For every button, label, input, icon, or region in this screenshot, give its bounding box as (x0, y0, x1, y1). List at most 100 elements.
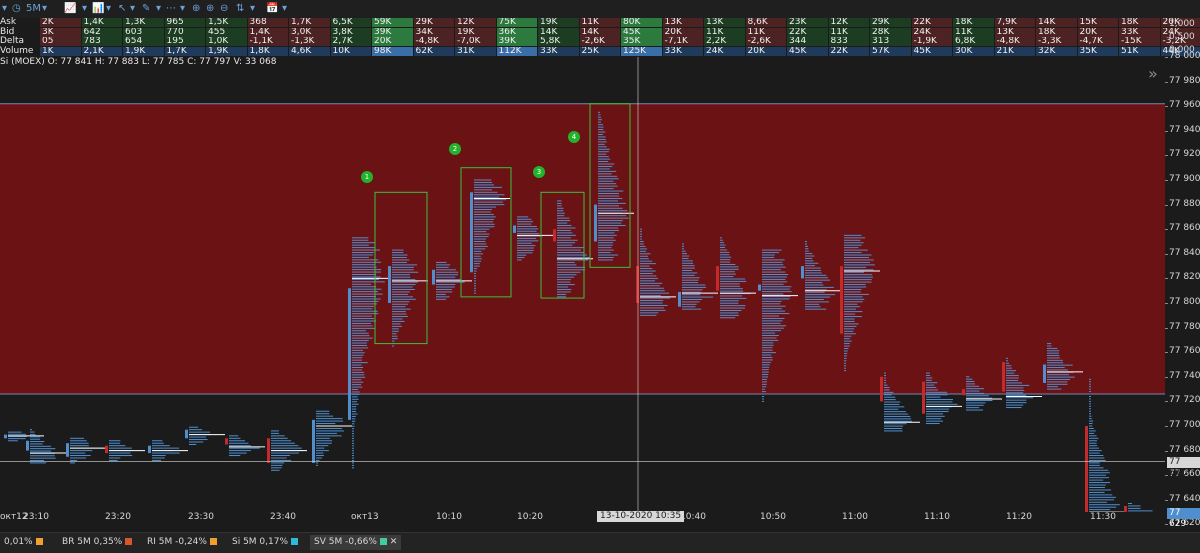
volume-profile-level (557, 213, 565, 214)
volume-profile-level (1128, 505, 1140, 506)
stats-cell: 833 (829, 37, 870, 46)
volume-profile-level (517, 245, 535, 246)
volume-profile-level (805, 241, 807, 242)
volume-profile-level (805, 299, 824, 300)
volume-profile-level (762, 340, 778, 341)
volume-profile-level (1089, 381, 1091, 382)
volume-profile-level (720, 245, 725, 246)
volume-profile-level (640, 275, 656, 276)
volume-profile-level (352, 237, 368, 238)
volume-profile-level (805, 292, 825, 293)
volume-profile-level (720, 315, 739, 316)
volume-profile-level (229, 435, 238, 436)
volume-profile-level (436, 279, 461, 280)
volume-profile-level (844, 316, 862, 317)
stats-cell: 11K (829, 28, 870, 37)
volume-profile-level (474, 280, 476, 281)
price-tick-mark (1165, 426, 1168, 427)
volume-profile-level (352, 431, 354, 432)
volume-profile-level (762, 362, 771, 363)
volume-profile-level (271, 467, 282, 468)
expand-panel-icon[interactable]: » (1148, 64, 1158, 83)
volume-profile-level (844, 274, 872, 275)
stats-cell: 783 (82, 37, 123, 46)
volume-profile-level (1089, 450, 1102, 451)
volume-profile-level (682, 248, 684, 249)
volume-profile-level (844, 284, 866, 285)
close-icon[interactable]: ✕ (390, 537, 398, 547)
volume-profile-level (1006, 358, 1008, 359)
volume-profile-level (392, 301, 410, 302)
volume-profile-level (392, 304, 408, 305)
volume-profile-level (352, 245, 369, 246)
stats-cell: 45K (787, 47, 828, 56)
price-tick-label: 77 980 (1169, 76, 1200, 86)
volume-profile-level (392, 299, 416, 300)
stats-cell: 313 (870, 37, 911, 46)
instrument-ohlc-line: Si (MOEX) O: 77 841 H: 77 883 L: 77 785 … (0, 57, 276, 67)
stats-cell: 3,8K (331, 28, 372, 37)
tab-br-5m[interactable]: BR 5M 0,35% (62, 537, 132, 547)
price-chart[interactable] (0, 0, 1165, 512)
volume-profile-level (316, 455, 324, 456)
tab-instrument-1[interactable]: 0,01% (4, 537, 43, 547)
annotation-marker-3[interactable]: 3 (533, 166, 545, 178)
price-zone (0, 104, 1165, 394)
stats-cell: 18K (953, 18, 994, 27)
stats-cell: 965 (165, 18, 206, 27)
volume-profile-level (352, 362, 368, 363)
volume-profile-level (352, 352, 365, 353)
volume-profile-level (316, 448, 324, 449)
volume-profile-level (8, 440, 18, 441)
volume-profile-level (189, 432, 210, 433)
price-tick-mark (1165, 131, 1168, 132)
price-tick-label: 78 000 (1169, 51, 1200, 61)
candle-body (553, 229, 556, 241)
volume-profile-level (1089, 465, 1100, 466)
volume-profile-level (557, 252, 585, 253)
stats-cell: 33K (1119, 28, 1160, 37)
volume-profile-level (844, 299, 864, 300)
volume-profile-level (1089, 470, 1108, 471)
volume-profile-level (1089, 494, 1112, 495)
candle-body (636, 266, 639, 303)
volume-profile-level (720, 317, 735, 318)
volume-profile-level (352, 262, 381, 263)
volume-profile-level (1006, 382, 1022, 383)
volume-profile-level (720, 298, 746, 299)
volume-profile-level (557, 232, 572, 233)
volume-profile-level (30, 462, 46, 463)
volume-profile-level (8, 438, 26, 439)
volume-profile-level (762, 311, 785, 312)
tab-sv-5m[interactable]: SV 5M -0,66% ✕ (310, 535, 401, 550)
stats-cell: 344 (787, 37, 828, 46)
annotation-marker-4[interactable]: 4 (568, 131, 580, 143)
candle-body (185, 430, 188, 439)
annotation-marker-2[interactable]: 2 (449, 143, 461, 155)
tab-si-5m[interactable]: Si 5M 0,17% (232, 537, 298, 547)
volume-profile-level (720, 278, 745, 279)
volume-profile-level (517, 240, 538, 241)
volume-profile-level (70, 453, 85, 454)
annotation-marker-1[interactable]: 1 (361, 171, 373, 183)
volume-profile-level (598, 188, 614, 189)
volume-profile-level (926, 392, 947, 393)
volume-profile-level (1089, 386, 1091, 387)
volume-profile-level (436, 262, 446, 263)
volume-profile-level (474, 263, 480, 264)
volume-profile-level (844, 257, 869, 258)
volume-profile-level (640, 293, 669, 294)
volume-profile-level (762, 359, 773, 360)
volume-profile-level (598, 114, 600, 115)
crosshair-time-label: 13-10-2020 10:35 (597, 511, 684, 522)
volume-profile-level (1089, 398, 1091, 399)
tab-ri-5m[interactable]: RI 5M -0,24% (147, 537, 217, 547)
volume-profile-level (1089, 502, 1107, 503)
volume-profile-level (844, 277, 873, 278)
candle-body (26, 441, 29, 451)
volume-profile-level (640, 305, 668, 306)
volume-profile-level (598, 117, 601, 118)
volume-profile-level (926, 423, 940, 424)
volume-profile-level (844, 245, 862, 246)
stats-cell: 1,5K (206, 18, 247, 27)
